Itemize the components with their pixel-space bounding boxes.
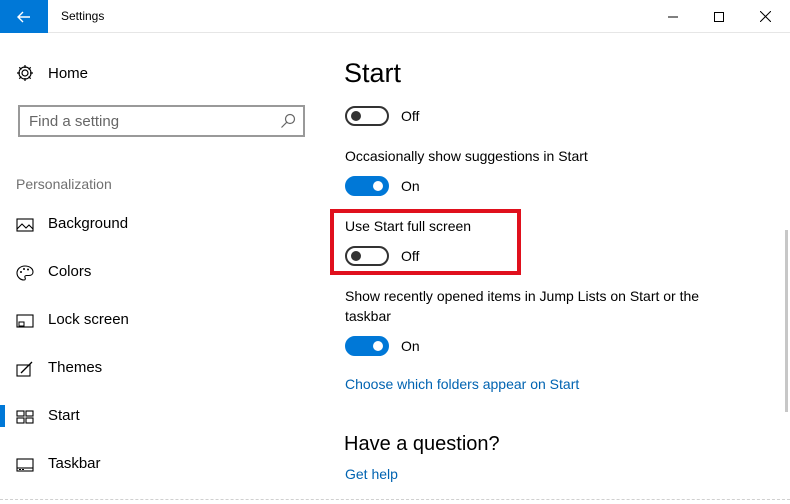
toggle-switch[interactable]	[345, 336, 389, 356]
window-bottom-edge	[0, 499, 790, 504]
toggle-state: Off	[401, 248, 420, 264]
setting-toggle-row: On	[345, 336, 420, 356]
minimize-icon	[668, 16, 678, 17]
toggle-state: On	[401, 178, 420, 194]
sidebar-item-label: Start	[48, 407, 80, 424]
sidebar-item-label: Taskbar	[48, 455, 101, 472]
choose-folders-link[interactable]: Choose which folders appear on Start	[345, 376, 579, 392]
scrollbar[interactable]	[785, 230, 788, 412]
close-button[interactable]	[742, 0, 788, 33]
setting-label: taskbar	[345, 308, 391, 324]
home-label: Home	[48, 64, 89, 82]
setting-toggle-row: Off	[345, 106, 419, 126]
title-bar: Settings	[0, 0, 790, 33]
help-title: Have a question?	[344, 433, 500, 455]
setting-label: Use Start full screen	[345, 218, 472, 234]
toggle-switch[interactable]	[345, 176, 389, 196]
sidebar-item-background[interactable]: Background	[0, 209, 330, 241]
start-icon	[16, 410, 34, 424]
setting-label: Occasionally show suggestions in Start	[345, 148, 588, 164]
main-content: Start Off Occasionally show suggestions …	[330, 33, 790, 504]
toggle-switch[interactable]	[345, 106, 389, 126]
toggle-switch[interactable]	[345, 246, 389, 266]
sidebar: Home Personalization Background Colors L…	[0, 33, 330, 504]
home-link[interactable]: Home	[16, 63, 88, 83]
toggle-state: Off	[401, 108, 420, 124]
sidebar-item-themes[interactable]: Themes	[0, 353, 330, 385]
sidebar-item-label: Background	[48, 215, 129, 232]
close-icon	[759, 11, 771, 22]
maximize-button[interactable]	[696, 0, 742, 33]
sidebar-item-label: Themes	[48, 359, 103, 376]
lock-screen-icon	[16, 314, 34, 328]
palette-icon	[16, 265, 34, 281]
sidebar-item-start[interactable]: Start	[0, 401, 330, 433]
setting-toggle-row: On	[345, 176, 420, 196]
themes-icon	[16, 361, 33, 377]
sidebar-item-taskbar[interactable]: Taskbar	[0, 449, 330, 481]
toggle-state: On	[401, 338, 420, 354]
search-input[interactable]	[29, 112, 269, 130]
back-button[interactable]	[0, 0, 48, 33]
picture-icon	[16, 218, 34, 232]
maximize-icon	[714, 11, 724, 22]
gear-icon	[17, 65, 33, 81]
section-label: Personalization	[16, 176, 112, 192]
window-title: Settings	[61, 9, 105, 23]
setting-toggle-row: Off	[345, 246, 419, 266]
minimize-button[interactable]	[650, 0, 696, 33]
search-icon[interactable]	[280, 113, 296, 129]
sidebar-item-label: Colors	[48, 263, 92, 280]
setting-label: Show recently opened items in Jump Lists…	[345, 288, 700, 304]
search-box[interactable]	[18, 105, 305, 137]
arrow-left-icon	[17, 11, 30, 22]
sidebar-item-lock-screen[interactable]: Lock screen	[0, 305, 330, 337]
sidebar-item-label: Lock screen	[48, 311, 129, 328]
page-title: Start	[344, 58, 402, 88]
taskbar-icon	[16, 458, 34, 472]
sidebar-item-colors[interactable]: Colors	[0, 257, 330, 289]
get-help-link[interactable]: Get help	[345, 466, 398, 482]
